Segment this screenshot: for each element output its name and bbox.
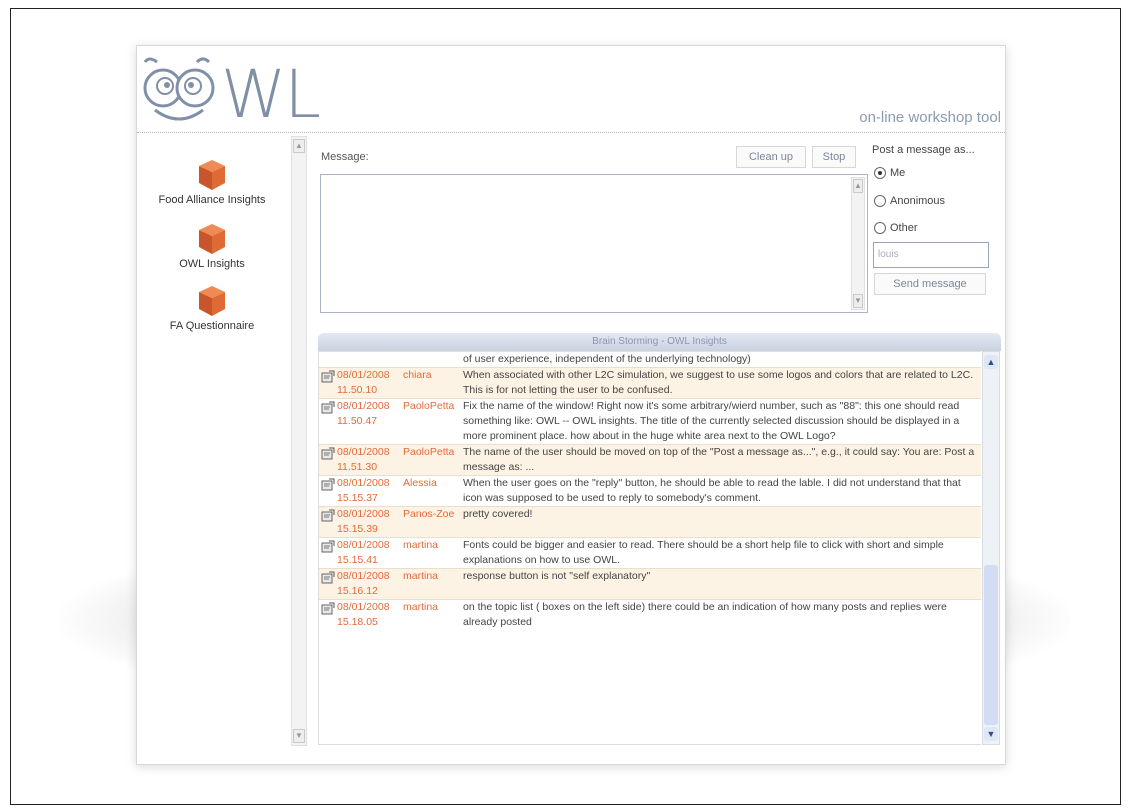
topic-label: FA Questionnaire xyxy=(169,320,255,332)
scroll-down-icon[interactable]: ▼ xyxy=(853,294,863,308)
list-item: 08/01/2008 11.51.30 PaoloPetta The name o… xyxy=(319,444,981,475)
post-user[interactable]: martina xyxy=(403,569,463,599)
post-time: 15.18.05 xyxy=(337,616,378,628)
owl-logo[interactable]: WL xyxy=(141,52,321,133)
post-as-title: Post a message as... xyxy=(872,144,975,156)
post-date: 08/01/2008 xyxy=(337,400,390,412)
post-user[interactable]: Alessia xyxy=(403,476,463,506)
post-date: 08/01/2008 xyxy=(337,477,390,489)
owl-eyes-icon xyxy=(143,57,215,121)
post-date: 08/01/2008 xyxy=(337,601,390,613)
post-time: 11.50.47 xyxy=(337,415,378,427)
textarea-scrollbar[interactable]: ▲ ▼ xyxy=(851,177,865,310)
post-user[interactable]: chiara xyxy=(403,368,463,398)
message-label: Message: xyxy=(321,151,369,163)
post-text: of user experience, independent of the u… xyxy=(463,353,751,365)
scroll-down-icon[interactable]: ▼ xyxy=(293,729,305,743)
radio-selected-icon[interactable] xyxy=(874,167,886,179)
scroll-up-icon[interactable]: ▲ xyxy=(853,179,863,193)
reply-icon[interactable] xyxy=(319,476,337,506)
radio-me[interactable]: Me xyxy=(874,167,905,179)
radio-anonimous[interactable]: Anonimous xyxy=(874,195,945,207)
reply-icon[interactable] xyxy=(319,507,337,537)
post-time: 15.15.37 xyxy=(337,492,378,504)
scroll-down-icon[interactable]: ▼ xyxy=(984,727,998,741)
app-tagline: on-line workshop tool xyxy=(859,109,1001,126)
clean-up-button[interactable]: Clean up xyxy=(736,146,806,168)
reply-icon[interactable] xyxy=(319,569,337,599)
post-text: Fonts could be bigger and easier to read… xyxy=(463,539,944,566)
radio-label: Anonimous xyxy=(890,195,946,207)
reply-icon[interactable] xyxy=(319,368,337,398)
post-text: on the topic list ( boxes on the left si… xyxy=(463,601,947,628)
post-user[interactable]: PaoloPetta xyxy=(403,445,463,475)
owl-app-window: WL on-line workshop tool Food Alliance I… xyxy=(136,45,1006,765)
post-user[interactable]: martina xyxy=(403,600,463,630)
list-item: 08/01/2008 15.15.41 martina Fonts could b… xyxy=(319,537,981,568)
list-item: 08/01/2008 11.50.10 chiara When associate… xyxy=(319,367,981,398)
reply-icon[interactable] xyxy=(319,399,337,444)
post-user[interactable]: PaoloPetta xyxy=(403,399,463,444)
radio-label: Me xyxy=(890,167,906,179)
post-text: pretty covered! xyxy=(463,508,533,520)
post-text: The name of the user should be moved on … xyxy=(463,446,975,473)
scroll-up-icon[interactable]: ▲ xyxy=(984,355,998,369)
feed-scrollbar[interactable]: ▲ ▼ xyxy=(982,351,1000,745)
post-time: 15.15.39 xyxy=(337,523,378,535)
post-time: 11.51.30 xyxy=(337,461,378,473)
scroll-thumb[interactable] xyxy=(984,565,998,725)
sidebar-scrollbar[interactable]: ▲ ▼ xyxy=(291,136,307,746)
post-date: 08/01/2008 xyxy=(337,539,390,551)
post-text: When associated with other L2C simulatio… xyxy=(463,369,974,396)
list-item: 08/01/2008 15.18.05 martina on the topic … xyxy=(319,599,981,630)
post-text: response button is not "self explanatory… xyxy=(463,570,651,582)
post-time: 15.16.12 xyxy=(337,585,378,597)
topic-item-owl-insights[interactable]: OWL Insights xyxy=(137,220,287,270)
list-item: of user experience, independent of the u… xyxy=(319,351,981,367)
post-time: 11.50.10 xyxy=(337,384,378,396)
radio-label: Other xyxy=(890,222,918,234)
post-user[interactable]: martina xyxy=(403,538,463,568)
post-date: 08/01/2008 xyxy=(337,570,390,582)
reply-icon[interactable] xyxy=(319,600,337,630)
list-item: 08/01/2008 11.50.47 PaoloPetta Fix the na… xyxy=(319,398,981,444)
post-text: When the user goes on the "reply" button… xyxy=(463,477,961,504)
topic-sidebar: Food Alliance Insights OWL Insights FA Q… xyxy=(137,134,287,764)
app-header: WL on-line workshop tool xyxy=(137,46,1005,133)
list-item: 08/01/2008 15.15.39 Panos-Zoe pretty cove… xyxy=(319,506,981,537)
logo-wordmark: WL xyxy=(221,56,321,133)
topic-item-fa-questionnaire[interactable]: FA Questionnaire xyxy=(137,282,287,332)
message-textarea[interactable]: ▲ ▼ xyxy=(320,174,868,313)
list-item: 08/01/2008 15.15.37 Alessia When the user… xyxy=(319,475,981,506)
box-icon xyxy=(199,160,225,190)
list-item: 08/01/2008 15.16.12 martina response butt… xyxy=(319,568,981,599)
reply-icon[interactable] xyxy=(319,445,337,475)
post-user[interactable]: Panos-Zoe xyxy=(403,507,463,537)
radio-unselected-icon[interactable] xyxy=(874,195,886,207)
topic-item-food-alliance-insights[interactable]: Food Alliance Insights xyxy=(137,156,287,206)
reply-icon[interactable] xyxy=(319,538,337,568)
radio-other[interactable]: Other xyxy=(874,222,918,234)
post-date: 08/01/2008 xyxy=(337,508,390,520)
radio-unselected-icon[interactable] xyxy=(874,222,886,234)
box-icon xyxy=(199,286,225,316)
box-icon xyxy=(199,224,225,254)
post-date: 08/01/2008 xyxy=(337,369,390,381)
discussion-title: Brain Storming - OWL Insights xyxy=(318,333,1001,351)
other-name-input[interactable]: louis xyxy=(873,242,989,268)
post-text: Fix the name of the window! Right now it… xyxy=(463,400,960,442)
post-date: 08/01/2008 xyxy=(337,446,390,458)
stop-button[interactable]: Stop xyxy=(812,146,856,168)
post-time: 15.15.41 xyxy=(337,554,378,566)
topic-label: Food Alliance Insights xyxy=(158,194,266,206)
scroll-up-icon[interactable]: ▲ xyxy=(293,139,305,153)
send-message-button[interactable]: Send message xyxy=(874,273,986,295)
topic-label: OWL Insights xyxy=(179,258,245,270)
discussion-feed[interactable]: of user experience, independent of the u… xyxy=(318,351,981,745)
